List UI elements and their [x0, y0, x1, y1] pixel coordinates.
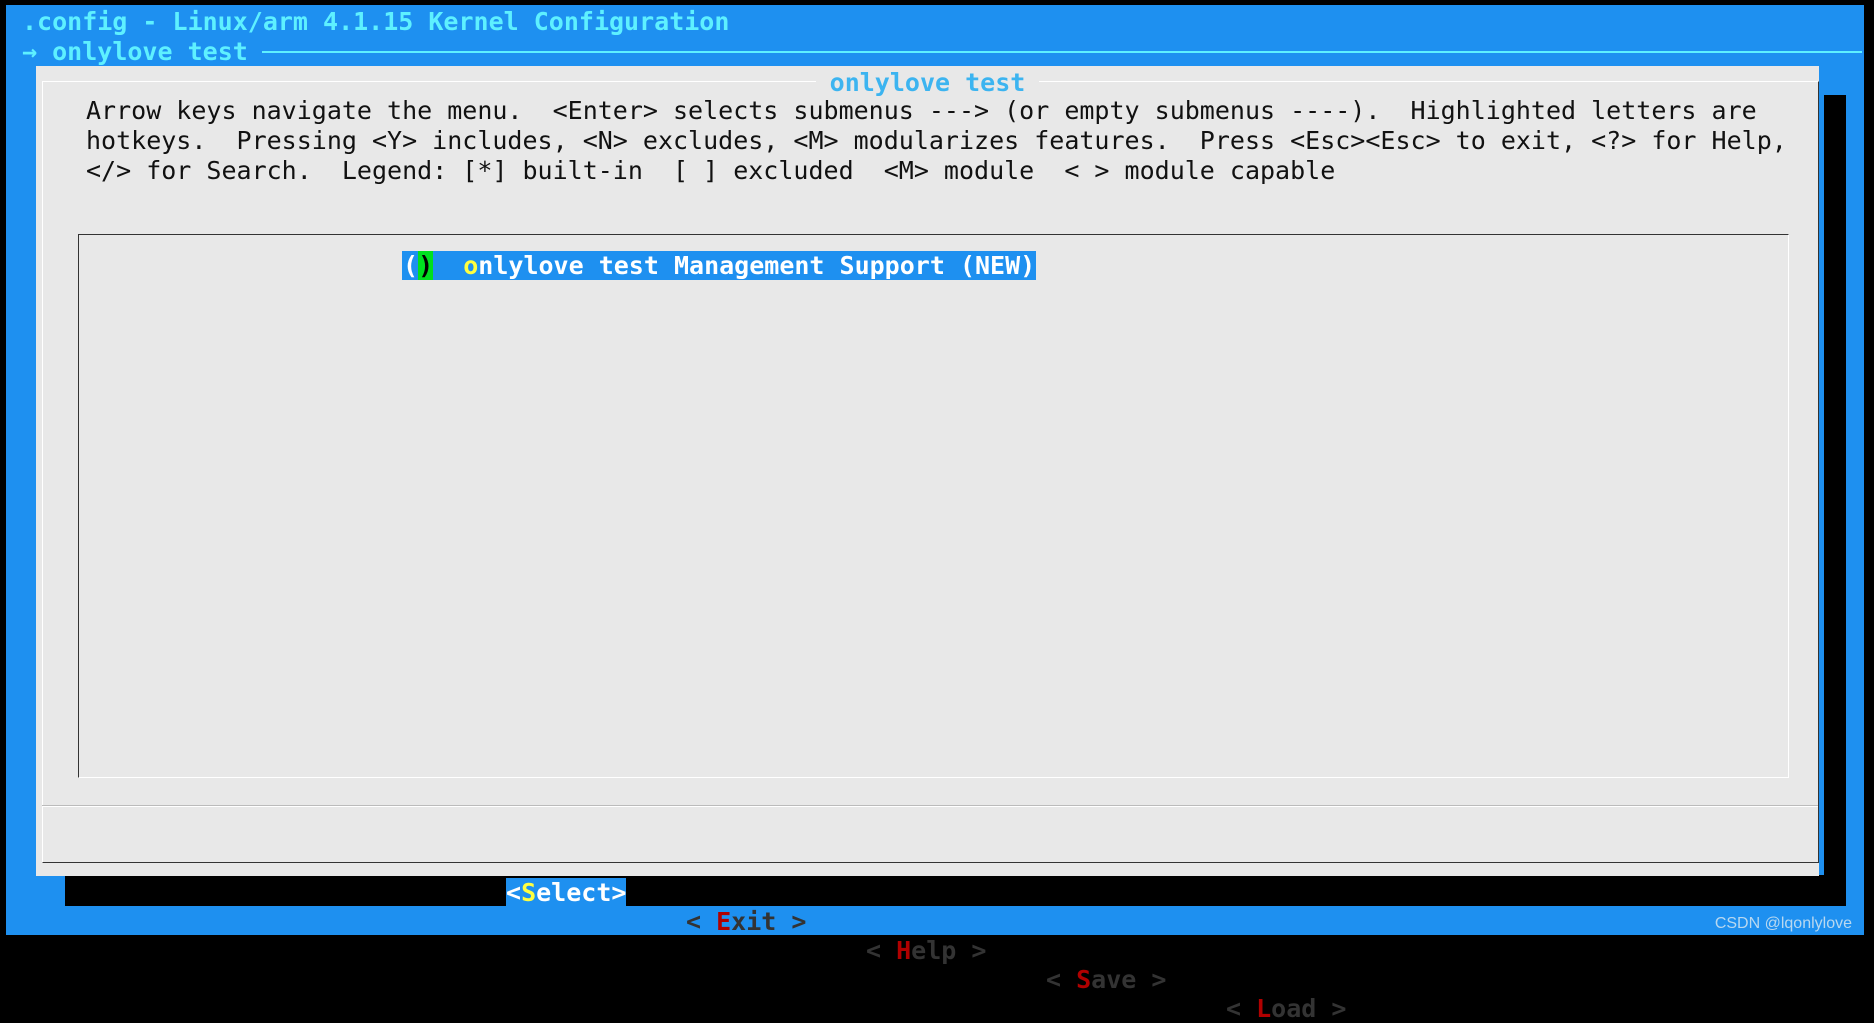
breadcrumb-divider	[262, 51, 1862, 53]
button-bar: <Select> < Exit > < Help > < Save > < Lo…	[36, 820, 1819, 1023]
item-hotkey: o	[463, 251, 479, 280]
breadcrumb-label: onlylove test	[52, 37, 248, 66]
item-label: nlylove test Management Support (NEW)	[478, 251, 1036, 280]
select-button[interactable]: <Select>	[506, 878, 627, 907]
help-button[interactable]: < Help >	[866, 936, 986, 965]
watermark: CSDN @lqonlylove	[1714, 915, 1852, 932]
help-line: hotkeys. Pressing <Y> includes, <N> excl…	[86, 126, 1787, 155]
menu-dialog: onlylove test Arrow keys navigate the me…	[36, 66, 1819, 1023]
dialog-shadow-right	[1824, 95, 1846, 906]
menu-list: () onlylove test Management Support (NEW…	[78, 234, 1789, 778]
arrow-right-icon: →	[22, 37, 38, 66]
terminal-screen: .config - Linux/arm 4.1.15 Kernel Config…	[6, 5, 1864, 1023]
help-line: </> for Search. Legend: [*] built-in [ ]…	[86, 156, 1336, 185]
load-button[interactable]: < Load >	[1226, 994, 1346, 1023]
dialog-title: onlylove test	[815, 68, 1040, 97]
window-title: .config - Linux/arm 4.1.15 Kernel Config…	[22, 7, 730, 36]
button-separator	[42, 805, 1818, 807]
exit-button[interactable]: < Exit >	[686, 907, 806, 936]
help-line: Arrow keys navigate the menu. <Enter> se…	[86, 96, 1757, 125]
menu-item-management-support[interactable]: () onlylove test Management Support (NEW…	[402, 251, 1037, 280]
option-bracket-open: (	[403, 251, 419, 280]
cursor: )	[418, 251, 434, 280]
save-button[interactable]: < Save >	[1046, 965, 1166, 994]
help-text: Arrow keys navigate the menu. <Enter> se…	[86, 96, 1787, 186]
breadcrumb: → onlylove test	[22, 37, 248, 66]
